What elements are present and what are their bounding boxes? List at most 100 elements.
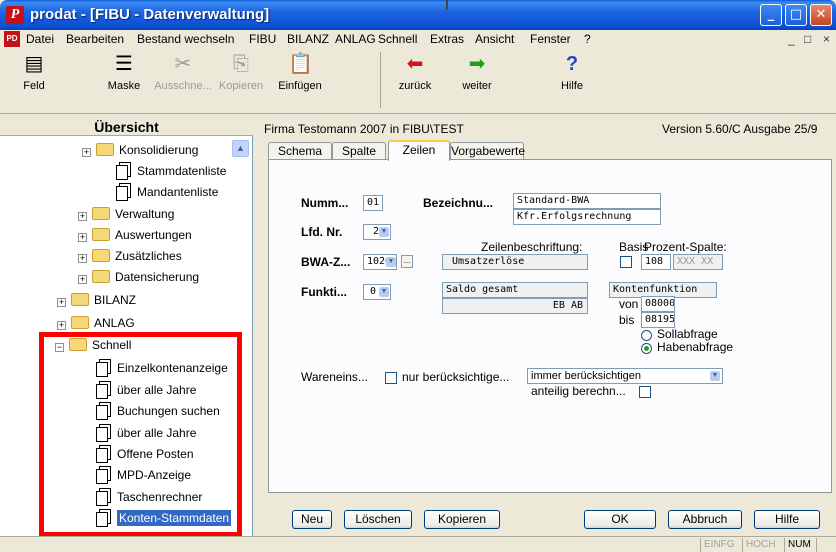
expand-icon[interactable]: +	[78, 275, 87, 284]
ok-button[interactable]: OK	[584, 510, 656, 529]
tree-item-verwaltung[interactable]: + Verwaltung	[78, 204, 174, 224]
expand-icon[interactable]: +	[78, 254, 87, 263]
title-bar[interactable]: P prodat - [FIBU - Datenverwaltung] _ □ …	[0, 0, 836, 30]
menu-bearbeiten[interactable]: Bearbeiten	[66, 32, 124, 46]
mdi-minimize-button[interactable]: _	[788, 32, 795, 46]
tab-zeilen[interactable]: Zeilen	[388, 140, 450, 161]
expand-icon[interactable]: +	[78, 233, 87, 242]
eb-ab-field[interactable]: EB AB	[442, 298, 588, 314]
basis-checkbox[interactable]	[620, 256, 632, 268]
tree-item-schnell[interactable]: − Schnell	[55, 335, 131, 355]
ausschneiden-button[interactable]: ✂ Ausschne...	[152, 50, 214, 92]
nummer-field[interactable]: 01	[363, 195, 383, 211]
anteilig-label: anteilig berechn...	[531, 384, 626, 398]
expand-icon[interactable]: +	[78, 212, 87, 221]
tree-item-buchungen-suchen[interactable]: Buchungen suchen	[96, 401, 220, 421]
scroll-up-button[interactable]: ▲	[232, 140, 249, 157]
menu-datei[interactable]: Datei	[26, 32, 54, 46]
beruecksichtigung-select[interactable]: immer berücksichtigen	[527, 368, 723, 384]
window-title: prodat - [FIBU - Datenverwaltung]	[30, 6, 270, 23]
prozent-spalte-field[interactable]: 108	[641, 254, 671, 270]
tree-item-mpd-anzeige[interactable]: MPD-Anzeige	[96, 465, 191, 485]
tree-item-zusaetzliches[interactable]: + Zusätzliches	[78, 246, 182, 266]
sollabfrage-radio[interactable]	[641, 330, 652, 341]
bis-label: bis	[619, 313, 635, 327]
maximize-button[interactable]: □	[785, 4, 807, 26]
maske-button[interactable]: ☰ Maske	[104, 50, 144, 92]
tree-item-ueber-alle-jahre-2[interactable]: über alle Jahre	[96, 423, 196, 443]
menu-fibu[interactable]: FIBU	[249, 32, 276, 46]
bis-field[interactable]: 08195	[641, 312, 675, 328]
tree-item-stammdatenliste[interactable]: Stammdatenliste	[116, 161, 226, 181]
abbruch-button[interactable]: Abbruch	[668, 510, 742, 529]
tab-schema[interactable]: Schema	[268, 142, 332, 160]
tree-item-einzelkontenanzeige[interactable]: Einzelkontenanzeige	[96, 358, 228, 378]
chevron-down-icon[interactable]: ▼	[386, 257, 396, 267]
weiter-button[interactable]: ➡ weiter	[454, 50, 500, 92]
zurueck-button[interactable]: ⬅ zurück	[392, 50, 438, 92]
funktion-value: 0	[370, 286, 377, 297]
bezeichnung-field-2[interactable]: Kfr.Erfolgsrechnung	[513, 209, 661, 225]
collapse-icon[interactable]: −	[55, 343, 64, 352]
expand-icon[interactable]: +	[57, 321, 66, 330]
menu-ansicht[interactable]: Ansicht	[475, 32, 514, 46]
paste-icon: 📋	[288, 53, 313, 75]
tree-item-anlag[interactable]: + ANLAG	[57, 313, 135, 333]
mdi-restore-button[interactable]: □	[804, 32, 811, 46]
tree-item-ueber-alle-jahre-1[interactable]: über alle Jahre	[96, 380, 196, 400]
bwa-lookup-button[interactable]: ...	[401, 255, 413, 268]
habenabfrage-radio[interactable]	[641, 343, 652, 354]
tab-spalte[interactable]: Spalte	[332, 142, 386, 160]
tab-vorgabewerte[interactable]: Vorgabewerte	[450, 142, 525, 160]
menu-fenster[interactable]: Fenster	[530, 32, 571, 46]
loeschen-button[interactable]: Löschen	[344, 510, 412, 529]
einfuegen-button[interactable]: 📋 Einfügen	[274, 50, 326, 92]
neu-button[interactable]: Neu	[292, 510, 332, 529]
saldo-field[interactable]: Saldo gesamt	[442, 282, 588, 298]
expand-icon[interactable]: +	[57, 298, 66, 307]
nur-beruecksichtigen-checkbox[interactable]	[385, 372, 397, 384]
arrow-left-icon: ⬅	[406, 53, 424, 75]
folder-icon	[92, 207, 110, 220]
chevron-down-icon[interactable]: ▼	[710, 371, 720, 381]
menu-help[interactable]: ?	[584, 32, 591, 46]
document-icon	[116, 162, 131, 180]
folder-icon	[92, 270, 110, 283]
chevron-down-icon[interactable]: ▼	[379, 287, 389, 297]
window-icon: ▤	[24, 53, 44, 75]
lfd-nr-label: Lfd. Nr.	[301, 225, 343, 239]
tree-item-auswertungen[interactable]: + Auswertungen	[78, 225, 192, 245]
tree-item-label: BILANZ	[94, 293, 137, 307]
menu-extras[interactable]: Extras	[430, 32, 464, 46]
menu-bilanz[interactable]: BILANZ	[287, 32, 329, 46]
hilfe-button[interactable]: Hilfe	[754, 510, 820, 529]
expand-icon[interactable]: +	[82, 148, 91, 157]
tree-item-konsolidierung[interactable]: + Konsolidierung	[82, 140, 198, 160]
document-icon	[96, 359, 111, 377]
anteilig-checkbox[interactable]	[639, 386, 651, 398]
minimize-button[interactable]: _	[760, 4, 782, 26]
tree-item-konten-stammdaten[interactable]: Konten-Stammdaten	[96, 508, 232, 528]
tree-item-mandantenliste[interactable]: Mandantenliste	[116, 182, 218, 202]
von-field[interactable]: 08000	[641, 296, 675, 312]
bezeichnung-field-1[interactable]: Standard-BWA	[513, 193, 661, 209]
menu-schnell[interactable]: Schnell	[378, 32, 417, 46]
menu-anlag[interactable]: ANLAG	[335, 32, 376, 46]
chevron-down-icon[interactable]: ▼	[379, 227, 389, 237]
menu-bestand-wechseln[interactable]: Bestand wechseln	[137, 32, 234, 46]
tree-item-taschenrechner[interactable]: Taschenrechner	[96, 487, 202, 507]
tree-item-offene-posten[interactable]: Offene Posten	[96, 444, 194, 464]
kopieren-button-main[interactable]: Kopieren	[424, 510, 500, 529]
tree-item-datensicherung[interactable]: + Datensicherung	[78, 267, 199, 287]
hilfe-toolbar-button[interactable]: ? Hilfe	[552, 50, 592, 92]
mdi-close-button[interactable]: ×	[823, 32, 830, 46]
zeilenbeschriftung-field[interactable]: Umsatzerlöse	[442, 254, 588, 270]
document-logo-icon[interactable]: PD	[4, 31, 20, 47]
feld-button[interactable]: ▤ Feld	[12, 50, 56, 92]
tree-item-label: Schnell	[92, 338, 132, 352]
tree-item-bilanz[interactable]: + BILANZ	[57, 290, 136, 310]
close-button[interactable]: ✕	[810, 4, 832, 26]
folder-open-icon	[69, 338, 87, 351]
prozent-spalte-field-2[interactable]: XXX XX	[673, 254, 723, 270]
kopieren-button[interactable]: ⎘ Kopieren	[213, 50, 269, 92]
